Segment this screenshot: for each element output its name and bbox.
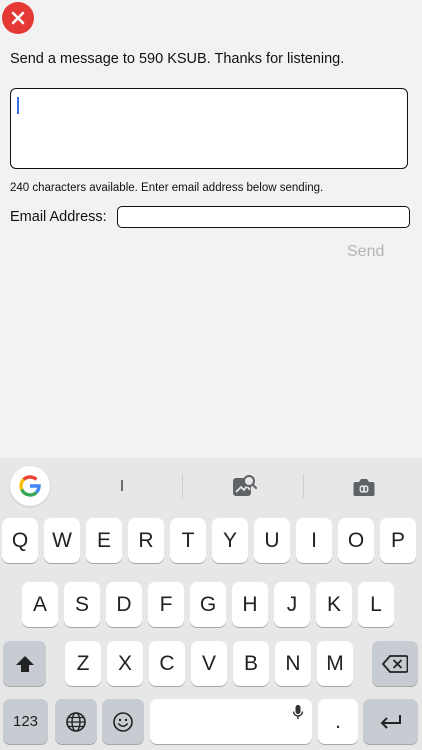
- period-key[interactable]: .: [318, 699, 358, 744]
- key-label: M: [326, 651, 344, 675]
- shift-arrow-icon: [15, 655, 34, 672]
- key-label: J: [286, 592, 298, 616]
- key-s[interactable]: S: [64, 582, 100, 627]
- numbers-label: 123: [12, 713, 39, 730]
- key-label: D: [116, 592, 132, 616]
- key-label: I: [311, 528, 317, 552]
- key-b[interactable]: B: [233, 641, 269, 686]
- key-r[interactable]: R: [128, 518, 164, 563]
- backspace-icon: [382, 654, 408, 673]
- backspace-key[interactable]: [372, 641, 418, 686]
- globe-icon: [66, 711, 86, 732]
- key-x[interactable]: X: [107, 641, 143, 686]
- text-caret: [17, 97, 19, 114]
- key-g[interactable]: G: [190, 582, 226, 627]
- key-label: W: [52, 528, 72, 552]
- key-label: E: [96, 528, 111, 552]
- suggestion-word[interactable]: I: [112, 478, 132, 496]
- key-j[interactable]: J: [274, 582, 310, 627]
- sticker-button[interactable]: [231, 474, 258, 503]
- space-key[interactable]: [150, 699, 312, 744]
- key-h[interactable]: H: [232, 582, 268, 627]
- return-key[interactable]: [363, 699, 418, 744]
- key-label: A: [32, 592, 47, 616]
- key-label: Y: [222, 528, 237, 552]
- key-k[interactable]: K: [316, 582, 352, 627]
- key-f[interactable]: F: [148, 582, 184, 627]
- period-label: .: [335, 709, 341, 733]
- key-w[interactable]: W: [44, 518, 80, 563]
- key-label: K: [326, 592, 341, 616]
- key-label: R: [138, 528, 154, 552]
- key-v[interactable]: V: [191, 641, 227, 686]
- key-y[interactable]: Y: [212, 518, 248, 563]
- suggestion-separator: [182, 474, 183, 498]
- globe-key[interactable]: [55, 699, 97, 744]
- key-label: F: [159, 592, 173, 616]
- key-l[interactable]: L: [358, 582, 394, 627]
- message-prompt: Send a message to 590 KSUB. Thanks for l…: [10, 51, 345, 67]
- key-n[interactable]: N: [275, 641, 311, 686]
- emoji-key[interactable]: [102, 699, 144, 744]
- key-o[interactable]: O: [338, 518, 374, 563]
- key-m[interactable]: M: [317, 641, 353, 686]
- key-d[interactable]: D: [106, 582, 142, 627]
- key-q[interactable]: Q: [2, 518, 38, 563]
- email-field[interactable]: [117, 206, 410, 228]
- key-e[interactable]: E: [86, 518, 122, 563]
- key-label: G: [199, 592, 217, 616]
- sticker-search-icon: [233, 475, 258, 496]
- email-label: Email Address:: [10, 209, 107, 225]
- emoji-icon: [113, 711, 133, 732]
- close-button[interactable]: [2, 2, 34, 34]
- key-label: P: [390, 528, 405, 552]
- numbers-key[interactable]: 123: [3, 699, 48, 744]
- keyboard: I QWE R T Y U I O P A S D F G H J K L Z X C V B N M 123 .: [0, 458, 422, 750]
- key-label: T: [181, 528, 195, 552]
- camera-icon: [353, 479, 375, 496]
- microphone-icon: [292, 705, 304, 719]
- key-a[interactable]: A: [22, 582, 58, 627]
- key-label: N: [285, 651, 301, 675]
- shift-key[interactable]: [3, 641, 46, 686]
- key-c[interactable]: C: [149, 641, 185, 686]
- key-label: L: [370, 592, 382, 616]
- key-label: X: [117, 651, 132, 675]
- key-t[interactable]: T: [170, 518, 206, 563]
- google-button[interactable]: [10, 466, 50, 506]
- characters-available: 240 characters available. Enter email ad…: [10, 182, 324, 194]
- key-label: Z: [76, 651, 90, 675]
- return-arrow-icon: [380, 714, 401, 729]
- key-p[interactable]: P: [380, 518, 416, 563]
- suggestion-separator: [303, 474, 304, 498]
- key-label: U: [264, 528, 280, 552]
- key-label: O: [347, 528, 365, 552]
- key-label: C: [159, 651, 175, 675]
- key-label: H: [242, 592, 258, 616]
- camera-button[interactable]: [352, 476, 376, 503]
- key-label: B: [243, 651, 258, 675]
- suggestion-bar: I: [0, 458, 422, 514]
- key-label: Q: [11, 528, 29, 552]
- message-textarea[interactable]: [10, 88, 408, 169]
- key-label: V: [201, 651, 216, 675]
- key-z[interactable]: Z: [65, 641, 101, 686]
- key-i[interactable]: I: [296, 518, 332, 563]
- google-g-icon: [19, 475, 41, 497]
- key-u[interactable]: U: [254, 518, 290, 563]
- close-x-icon: [11, 11, 25, 25]
- send-button[interactable]: Send: [347, 243, 384, 261]
- key-label: S: [74, 592, 89, 616]
